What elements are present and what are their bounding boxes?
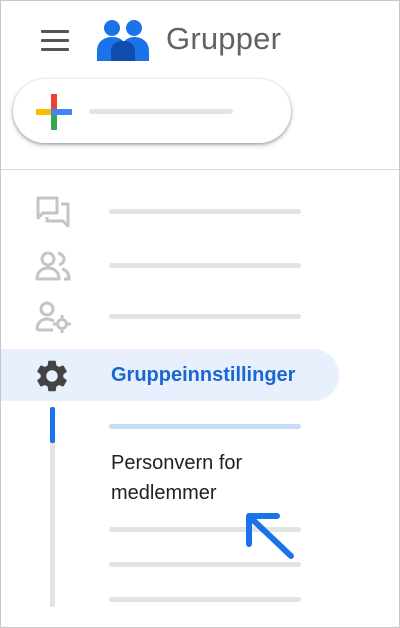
arrow-pointer-icon [246, 513, 294, 559]
groups-people-icon [97, 20, 149, 61]
subnav-item-member-privacy[interactable]: Personvern for medlemmer [111, 448, 331, 508]
subnav-placeholder [109, 424, 301, 429]
nav-item-members[interactable] [1, 241, 341, 291]
subnav-placeholder [109, 597, 301, 602]
conversations-icon [36, 196, 70, 228]
nav-label-placeholder [109, 263, 301, 268]
divider [1, 169, 399, 170]
create-group-button[interactable] [13, 79, 291, 143]
nav-item-conversations[interactable] [1, 187, 341, 237]
gear-icon [37, 360, 67, 392]
top-app-bar: Grupper [1, 1, 399, 81]
nav-item-manage-members[interactable] [1, 292, 341, 342]
app-title: Grupper [166, 21, 282, 56]
nav-item-label: Gruppeinnstillinger [111, 364, 296, 386]
nav-label-placeholder [109, 314, 301, 319]
person-settings-icon [35, 301, 71, 333]
app-frame: Grupper Gruppeinnstillinger Personvern f… [0, 0, 400, 628]
nav-item-group-settings[interactable]: Gruppeinnstillinger [1, 349, 339, 401]
nav-label-placeholder [109, 209, 301, 214]
create-button-label-placeholder [89, 109, 233, 114]
people-icon [35, 251, 71, 281]
plus-multicolor-icon [36, 94, 72, 130]
subnav-active-indicator [50, 407, 55, 443]
hamburger-menu-icon[interactable] [34, 23, 74, 59]
